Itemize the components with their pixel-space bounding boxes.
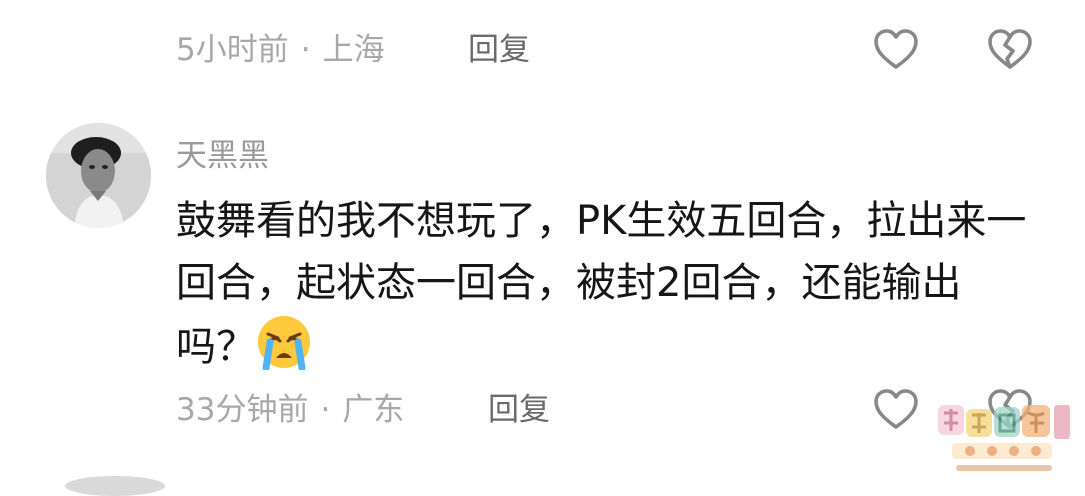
- next-avatar-clipped: [65, 476, 165, 496]
- comment-location: 上海: [322, 32, 385, 68]
- like-button[interactable]: [872, 26, 920, 72]
- reply-button[interactable]: 回复: [488, 388, 550, 432]
- comment-username[interactable]: 天黑黑: [176, 130, 269, 175]
- avatar[interactable]: [46, 123, 151, 228]
- user-avatar-photo: [46, 123, 151, 228]
- like-button[interactable]: [872, 386, 920, 432]
- loudly-crying-face-icon: [256, 314, 312, 372]
- broken-heart-icon: [988, 29, 1032, 69]
- comment-time: 5小时前: [176, 32, 289, 68]
- previous-comment-meta: 5小时前 · 上海 回复: [176, 28, 530, 72]
- meta-separator: ·: [300, 32, 311, 68]
- dislike-button[interactable]: [986, 26, 1034, 72]
- reply-button[interactable]: 回复: [468, 28, 530, 72]
- heart-icon: [874, 389, 918, 429]
- comment-time: 33分钟前: [176, 392, 309, 428]
- heart-icon: [874, 29, 918, 69]
- comment-body: 鼓舞看的我不想玩了，PK生效五回合，拉出来一回合，起状态一回合，被封2回合，还能…: [176, 190, 1036, 378]
- meta-separator: ·: [320, 392, 331, 428]
- previous-comment-text-clipped: ▔▔▔ ▔▔▔▔▔▔ ▔▔▔▔▔▔: [176, 0, 578, 19]
- comment-meta: 33分钟前 · 广东 回复: [176, 388, 550, 432]
- forum-watermark-logo: [930, 395, 1080, 479]
- comment-location: 广东: [342, 392, 405, 428]
